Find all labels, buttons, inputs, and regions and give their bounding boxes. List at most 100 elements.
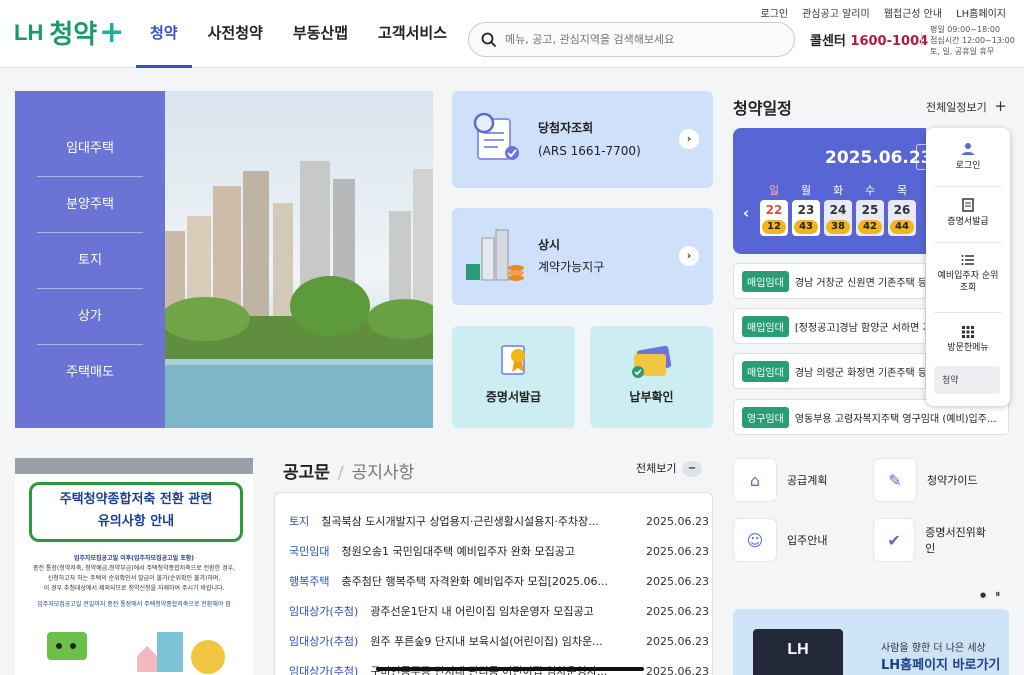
notice-title: 원주 푸른숲9 단지내 보육시설(어린이집) 임차운... bbox=[370, 635, 603, 648]
day-count-badge: 12 bbox=[762, 220, 786, 234]
quick-login[interactable]: 로그인 bbox=[934, 142, 1002, 172]
day-count-badge: 42 bbox=[858, 220, 882, 234]
side-item-sale-housing[interactable]: 분양주택 bbox=[37, 177, 143, 233]
banner-pager: ● ⏸ bbox=[980, 589, 1000, 600]
side-item-housing-sale[interactable]: 주택매도 bbox=[37, 345, 143, 401]
hours-lunch: 점심시간 12:00~13:00 bbox=[930, 36, 1015, 45]
payment-check-card[interactable]: 납부확인 bbox=[590, 326, 713, 428]
homepage-banner-line2: LH홈페이지 바로가기 bbox=[881, 658, 1001, 673]
main-nav: 청약 사전청약 부동산맵 고객서비스 bbox=[136, 0, 463, 68]
quick-visited-menu[interactable]: 방문한메뉴 bbox=[934, 326, 1002, 354]
tab-notices[interactable]: 공지사항 bbox=[352, 463, 415, 483]
logo-name: 청약 bbox=[49, 20, 98, 50]
banner-body-3: 이 경우 추첨대상에서 제외되므로 청약신청을 자제하여 주시기 바랍니다. bbox=[43, 585, 225, 592]
notice-date: 2025.06.23 bbox=[646, 634, 709, 648]
util-lh-home-link[interactable]: LH홈페이지 bbox=[956, 5, 1006, 20]
banner-heading: 주택청약종합저축 전환 관련 유의사항 안내 bbox=[29, 482, 243, 542]
quick-waitlist-rank[interactable]: 예비입주자 순위 조회 bbox=[934, 254, 1002, 294]
search-icon[interactable] bbox=[481, 32, 497, 48]
side-item-rental-housing[interactable]: 임대주택 bbox=[37, 121, 143, 177]
schedule-badge: 매입임대 bbox=[742, 315, 789, 337]
certificate-card[interactable]: 증명서발급 bbox=[452, 326, 575, 428]
notice-banner[interactable]: 주택청약종합저축 전환 관련 유의사항 안내 입주자모집공고일 이후(입주자모집… bbox=[15, 458, 253, 675]
notice-list: 토지 칠곡북삼 도시개발지구 상업용지·근린생활시설용지·주차장... 2025.0… bbox=[274, 492, 713, 675]
lh-homepage-banner[interactable]: LH 사람을 향한 더 나은 세상 LH홈페이지 바로가기 bbox=[733, 609, 1009, 675]
chevron-right-icon[interactable]: › bbox=[679, 246, 699, 266]
visited-menu-item[interactable]: 청약 bbox=[934, 366, 1000, 394]
schedule-more-link[interactable]: 전체일정보기 + bbox=[926, 97, 1007, 115]
bankbook-characters-illustration bbox=[47, 632, 225, 674]
calendar-day[interactable]: 26 44 bbox=[888, 200, 916, 236]
banner-tag: 입주자모집공고일 이후(입주자모집공고일 포함) bbox=[73, 555, 195, 562]
calendar-day[interactable]: 24 38 bbox=[824, 200, 852, 236]
document-icon bbox=[962, 198, 974, 212]
nav-item-real-estate-map[interactable]: 부동산맵 bbox=[279, 0, 362, 68]
day-number: 25 bbox=[861, 203, 879, 217]
verify-icon: ✔ bbox=[873, 518, 916, 562]
calendar-day[interactable]: 22 12 bbox=[760, 200, 788, 236]
notice-tabs: 공고문 / 공지사항 bbox=[283, 458, 414, 483]
logo[interactable]: LH 청약 + bbox=[14, 14, 124, 51]
winner-lookup-card[interactable]: 당첨자조회 (ARS 1661-7700) › bbox=[452, 91, 713, 188]
pause-icon[interactable]: ⏸ bbox=[995, 589, 1000, 600]
search-input[interactable] bbox=[505, 33, 775, 46]
notice-row[interactable]: 임대상가(추첨) 원주 푸른숲9 단지내 보육시설(어린이집) 임차운... 202… bbox=[289, 626, 709, 656]
notice-row[interactable]: 행복주택 충주첨단 행복주택 자격완화 예비입주자 모집[2025.06... 20… bbox=[289, 566, 709, 596]
calendar-day-selected[interactable]: 23 43 bbox=[792, 200, 820, 236]
notice-row[interactable]: 국민임대 청원오송1 국민임대주택 예비입주자 완화 모집공고 2025.06.23 bbox=[289, 536, 709, 566]
day-name-mon: 월 bbox=[800, 184, 812, 197]
quick-certificate[interactable]: 증명서발급 bbox=[934, 198, 1002, 228]
schedule-badge: 매입임대 bbox=[742, 270, 789, 292]
chevron-right-icon[interactable]: › bbox=[679, 129, 699, 149]
schedule-text: [정정공고]경남 함양군 서하면 기 bbox=[794, 322, 926, 334]
hours-weekday: 평일 09:00~18:00 bbox=[930, 25, 1001, 34]
schedule-item[interactable]: 매입임대 경남 거창군 신원면 기존주택 등 bbox=[733, 263, 926, 299]
quick-link-verify[interactable]: ✔ 증명서진위확인 bbox=[873, 515, 993, 565]
schedule-item[interactable]: 매입임대 경남 의령군 화정면 기존주택 등 bbox=[733, 353, 926, 389]
list-icon bbox=[961, 255, 974, 265]
home-indicator[interactable] bbox=[376, 667, 644, 671]
side-item-commercial[interactable]: 상가 bbox=[37, 289, 143, 345]
notice-date: 2025.06.23 bbox=[646, 514, 709, 528]
notice-category: 임대상가(추첨) bbox=[289, 665, 359, 675]
nav-item-customer-service[interactable]: 고객서비스 bbox=[364, 0, 461, 68]
notice-row[interactable]: 임대상가(추첨)구미인동주공 단지내 관리동 어린이집 임차운영자...2025… bbox=[289, 656, 709, 675]
nav-item-pre-subscription[interactable]: 사전청약 bbox=[194, 0, 277, 68]
chevron-left-icon[interactable]: ‹ bbox=[743, 204, 749, 222]
quick-visited-label: 방문한메뉴 bbox=[947, 343, 989, 353]
notice-date: 2025.06.23 bbox=[646, 604, 709, 618]
quick-login-label: 로그인 bbox=[955, 161, 981, 171]
house-icon: ⌂ bbox=[733, 458, 777, 502]
hours-closed: 토, 일, 공휴일 휴무 bbox=[930, 47, 995, 56]
nav-item-subscription[interactable]: 청약 bbox=[136, 0, 192, 68]
document-search-icon bbox=[473, 112, 519, 160]
contract-available-card[interactable]: 상시 계약가능지구 › bbox=[452, 208, 713, 305]
divider bbox=[934, 242, 1002, 243]
search-box[interactable] bbox=[468, 22, 795, 57]
banner-body-2: 신청하고자 하는 주택의 순위확인서 발급이 불가(순위확인 불가)하며, bbox=[47, 575, 221, 582]
call-center-label: 콜센터 bbox=[810, 34, 846, 49]
pager-dot[interactable]: ● bbox=[980, 591, 986, 599]
calendar-next-button[interactable] bbox=[916, 144, 926, 170]
notice-title: 청원오송1 국민임대주택 예비입주자 완화 모집공고 bbox=[341, 545, 575, 558]
tab-announcements[interactable]: 공고문 bbox=[283, 463, 330, 483]
schedule-badge: 영구임대 bbox=[742, 406, 789, 428]
banner-heading-line1: 주택청약종합저축 전환 관련 bbox=[59, 492, 213, 507]
schedule-item[interactable]: 매입임대 [정정공고]경남 함양군 서하면 기 bbox=[733, 308, 926, 344]
notice-row[interactable]: 임대상가(추첨) 광주선운1단지 내 어린이집 임차운영자 모집공고 2025.06… bbox=[289, 596, 709, 626]
util-alert-link[interactable]: 관심공고 알리미 bbox=[802, 5, 870, 20]
call-center-number: 1600-1004 bbox=[850, 34, 929, 49]
notice-view-all-link[interactable]: 전체보기 − bbox=[636, 460, 702, 477]
side-item-land[interactable]: 토지 bbox=[37, 233, 143, 289]
quick-link-supply-plan[interactable]: ⌂ 공급계획 bbox=[733, 455, 853, 505]
schedule-text: 경남 의령군 화정면 기존주택 등 bbox=[794, 367, 926, 379]
quick-link-move-in[interactable]: ☺ 입주안내 bbox=[733, 515, 853, 565]
util-accessibility-link[interactable]: 웹접근성 안내 bbox=[884, 5, 942, 20]
view-all-label: 전체보기 bbox=[636, 462, 677, 475]
calendar-day[interactable]: 25 42 bbox=[856, 200, 884, 236]
notice-category: 국민임대 bbox=[289, 545, 330, 558]
notice-date: 2025.06.23 bbox=[646, 574, 709, 588]
util-login-link[interactable]: 로그인 bbox=[761, 5, 789, 20]
quick-link-guide[interactable]: ✎ 청약가이드 bbox=[873, 455, 993, 505]
notice-row[interactable]: 토지 칠곡북삼 도시개발지구 상업용지·근린생활시설용지·주차장... 2025.0… bbox=[289, 506, 709, 536]
